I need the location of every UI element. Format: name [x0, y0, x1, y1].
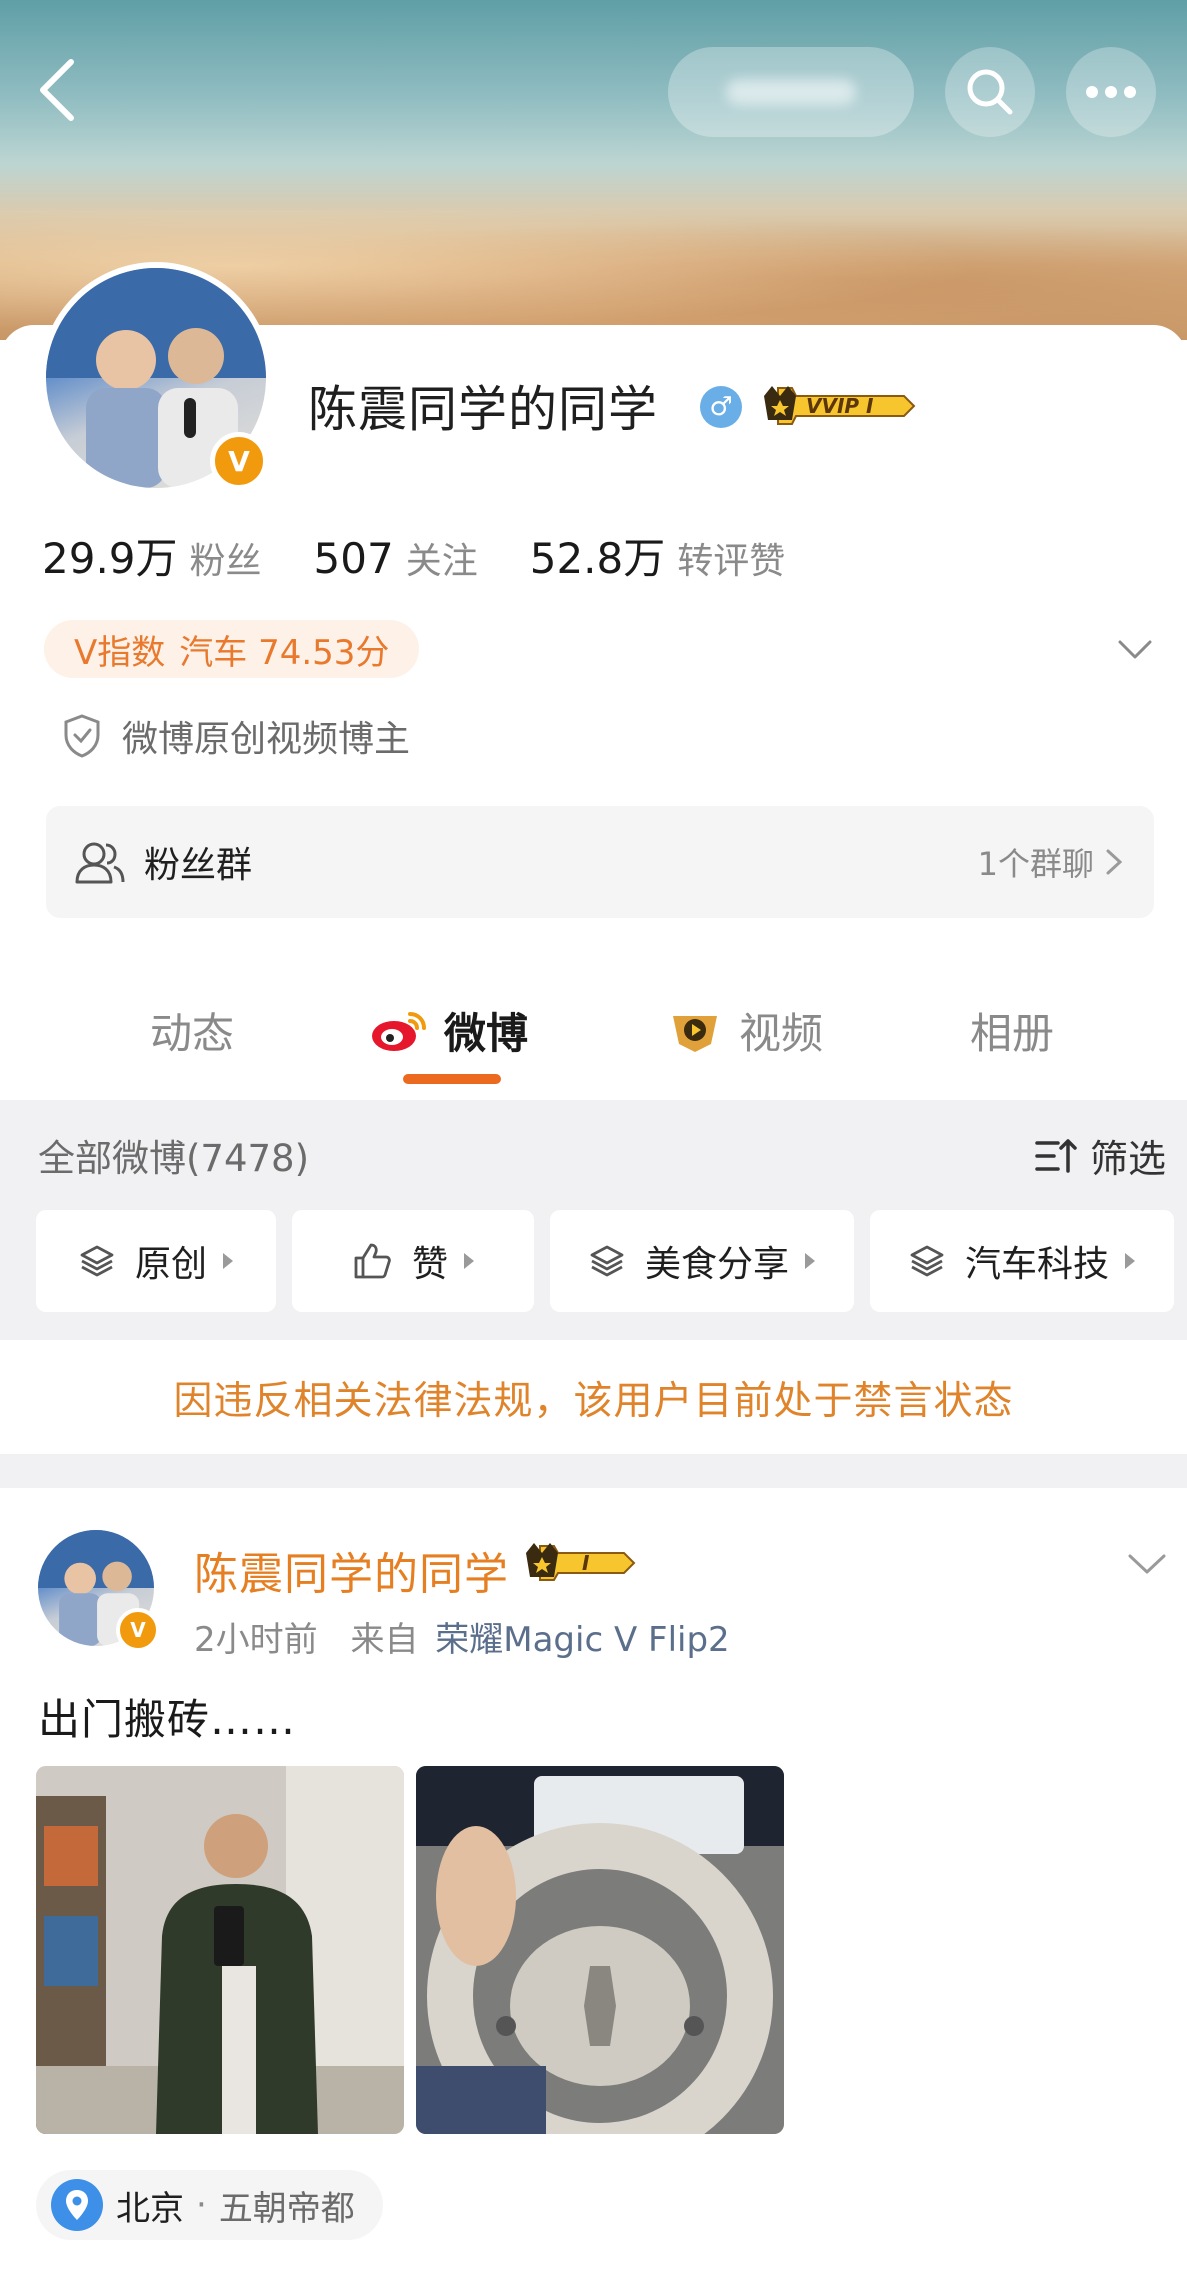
tab-label: 相册 — [970, 1008, 1055, 1058]
active-tab-indicator — [403, 1074, 501, 1084]
filter-button[interactable]: 筛选 — [1034, 1128, 1166, 1183]
chevron-down-icon[interactable] — [1124, 1540, 1170, 1586]
post-meta: 2小时前 来自 荣耀Magic V Flip2 — [194, 1612, 730, 1661]
more-dots-icon — [1086, 86, 1136, 98]
location-pin-icon — [51, 2179, 103, 2231]
chip-food[interactable]: 美食分享 — [550, 1210, 854, 1312]
chevron-left-icon — [40, 59, 74, 121]
post-photo-steering-wheel[interactable] — [416, 1766, 784, 2134]
profile-tabs: 动态 微博 视频 相册 — [0, 990, 1187, 1100]
weibo-profile-page: V 陈震同学的同学 ♂ VVIP I 29.9万 粉丝 507 关注 52.8万 转评… — [0, 0, 1187, 2280]
filter-label: 筛选 — [1090, 1137, 1167, 1181]
location-desc: 五朝帝都 — [218, 2188, 355, 2229]
fan-group-row[interactable]: 粉丝群 1个群聊 — [46, 806, 1154, 918]
chip-likes[interactable]: 赞 — [292, 1210, 534, 1312]
shield-check-icon — [64, 714, 100, 758]
profile-name: 陈震同学的同学 — [308, 381, 659, 438]
section-divider — [0, 1454, 1187, 1488]
triangle-right-icon — [464, 1253, 474, 1269]
blurred-nav-pill[interactable] — [668, 47, 914, 137]
triangle-right-icon — [1125, 1253, 1135, 1269]
tab-label: 微博 — [444, 1008, 529, 1058]
stat-label: 粉丝 — [189, 541, 262, 582]
tab-label: 动态 — [150, 1008, 235, 1058]
male-icon: ♂ — [700, 386, 742, 428]
post-photo-selfie[interactable] — [36, 1766, 404, 2134]
chip-label: 美食分享 — [644, 1244, 789, 1285]
all-weibo-count: 全部微博(7478) — [38, 1137, 310, 1180]
layers-icon — [590, 1245, 624, 1277]
stat-followers[interactable]: 29.9万 粉丝 — [42, 525, 262, 586]
mute-notice: 因违反相关法律法规，该用户目前处于禁言状态 — [0, 1342, 1187, 1454]
chip-label: 赞 — [411, 1244, 448, 1285]
fan-group-label: 粉丝群 — [144, 845, 253, 886]
post-time: 2小时前 — [194, 1620, 318, 1660]
stat-interactions[interactable]: 52.8万 转评赞 — [530, 525, 786, 586]
search-button[interactable] — [945, 47, 1035, 137]
thumbs-up-icon — [354, 1243, 391, 1279]
chevron-down-icon[interactable] — [1112, 626, 1158, 672]
certification-text: 微博原创视频博主 — [122, 719, 411, 760]
layers-icon — [80, 1245, 114, 1277]
stat-value: 52.8万 — [529, 534, 666, 583]
search-icon — [967, 69, 1013, 115]
location-city: 北京 — [116, 2188, 184, 2229]
tab-album[interactable]: 相册 — [970, 990, 1054, 1070]
post-author-name[interactable]: 陈震同学的同学 — [194, 1538, 509, 1602]
tab-dynamics[interactable]: 动态 — [150, 990, 234, 1070]
post-source-prefix: 来自 — [350, 1620, 419, 1660]
category-chips: 原创 赞 美食分享 汽车科技 — [36, 1210, 1174, 1312]
tab-label: 视频 — [739, 1008, 824, 1058]
tab-video[interactable]: 视频 — [665, 990, 823, 1070]
post-vip-badge[interactable]: I — [520, 1540, 638, 1586]
verified-badge: V — [210, 432, 268, 490]
fan-group-count: 1个群聊 — [978, 839, 1126, 885]
layers-icon — [910, 1245, 944, 1277]
more-button[interactable] — [1066, 47, 1156, 137]
fan-group-count-text: 1个群聊 — [977, 845, 1094, 883]
stat-label: 转评赞 — [677, 541, 786, 582]
back-button[interactable] — [22, 45, 92, 135]
stat-following[interactable]: 507 关注 — [314, 532, 478, 584]
v-index-badge[interactable]: V指数 汽车 74.53分 — [44, 620, 420, 678]
weibo-icon — [372, 1012, 426, 1051]
v-index-text: 汽车 74.53分 — [179, 632, 390, 673]
chip-auto-tech[interactable]: 汽车科技 — [870, 1210, 1174, 1312]
group-users-icon — [75, 842, 125, 884]
v-index-prefix: V指数 — [74, 632, 166, 673]
video-icon — [673, 1016, 717, 1052]
profile-stats: 29.9万 粉丝 507 关注 52.8万 转评赞 — [42, 525, 837, 586]
triangle-right-icon — [223, 1253, 233, 1269]
location-tag[interactable]: 北京 · 五朝帝都 — [36, 2170, 383, 2240]
location-separator: · — [196, 2185, 207, 2225]
post-verified-badge: V — [116, 1608, 160, 1652]
stat-value: 507 — [313, 534, 394, 583]
stat-label: 关注 — [405, 541, 478, 582]
vvip-badge[interactable]: VVIP I — [758, 382, 918, 430]
certification-row: 微博原创视频博主 — [62, 710, 410, 762]
filter-sort-icon — [1035, 1138, 1077, 1173]
vvip-label: VVIP I — [806, 394, 874, 418]
chip-label: 汽车科技 — [964, 1244, 1109, 1285]
stat-value: 29.9万 — [42, 534, 178, 583]
chip-original[interactable]: 原创 — [36, 1210, 276, 1312]
tab-weibo[interactable]: 微博 — [370, 990, 528, 1070]
chip-label: 原创 — [134, 1244, 207, 1285]
chevron-right-icon — [1106, 849, 1123, 875]
post-source[interactable]: 荣耀Magic V Flip2 — [435, 1620, 729, 1660]
post-vip-label: I — [582, 1551, 590, 1575]
triangle-right-icon — [805, 1253, 815, 1269]
post-text: 出门搬砖…… — [38, 1695, 297, 1744]
